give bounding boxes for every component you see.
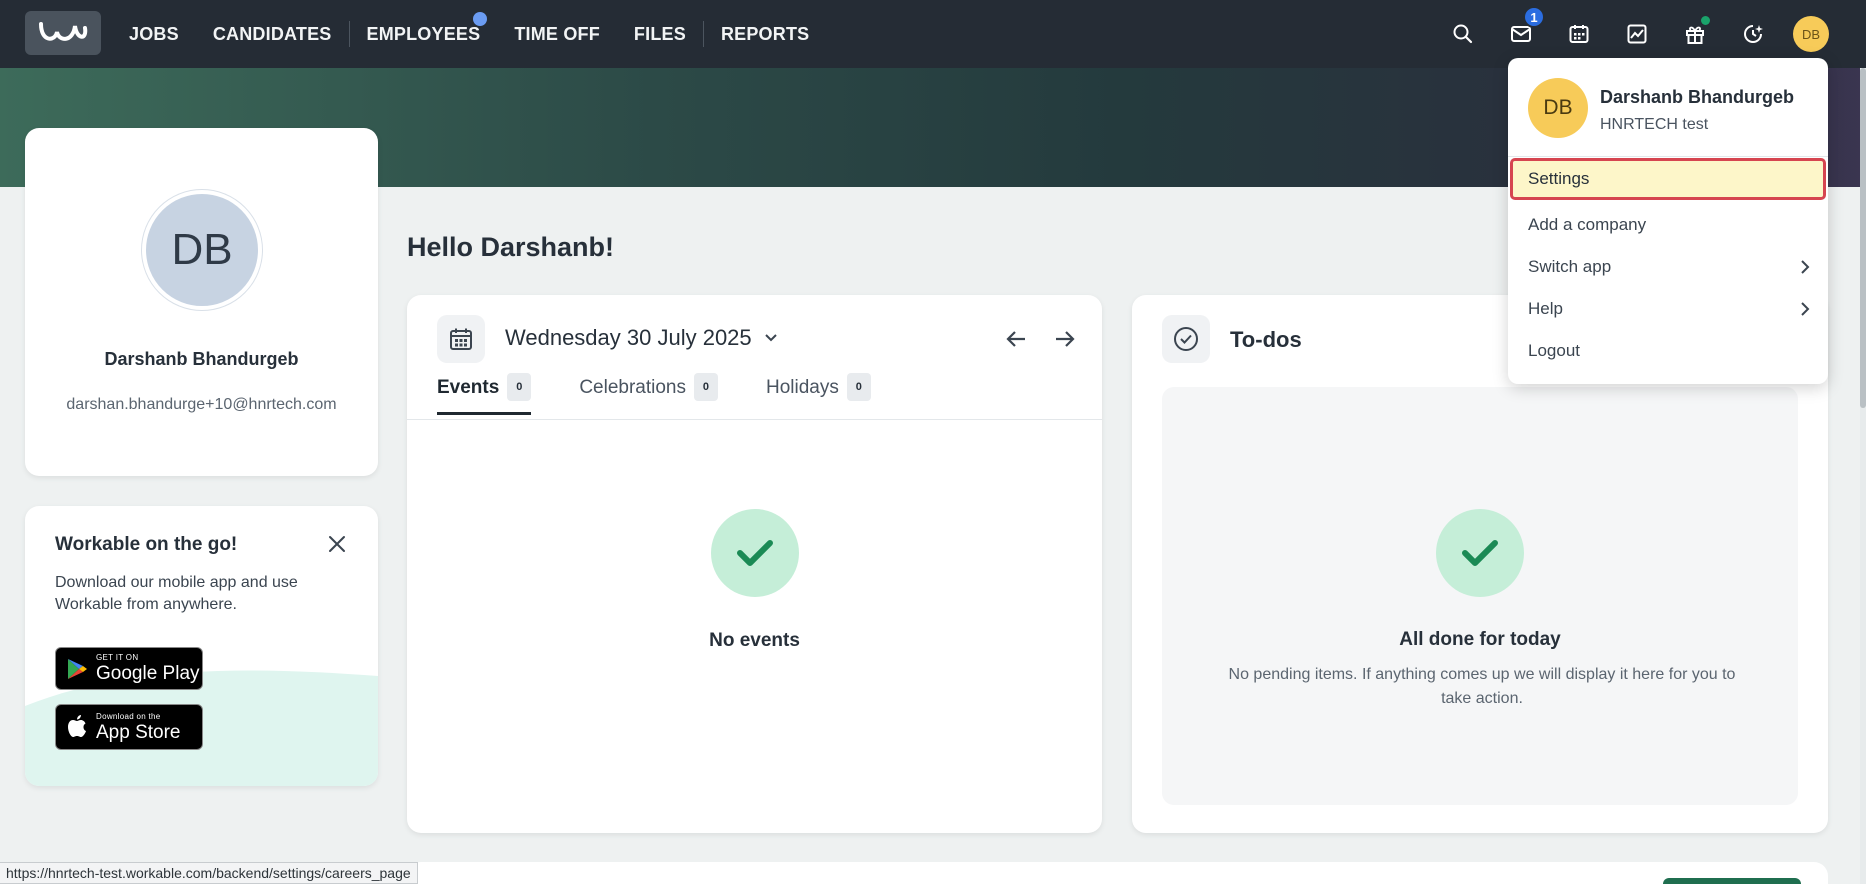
user-name: Darshanb Bhandurgeb: [1600, 87, 1795, 107]
gift-icon: [1686, 26, 1704, 44]
workable-logo-icon: [39, 22, 88, 41]
chevron-right-icon: [1801, 260, 1810, 274]
events-calendar-badge: [437, 315, 485, 363]
todos-empty-panel: All done for today No pending items. If …: [1162, 387, 1798, 805]
todos-badge: [1162, 315, 1210, 363]
tab-label: Celebrations: [579, 377, 686, 398]
selected-date: Wednesday 30 July 2025: [505, 325, 752, 350]
main-nav: JOBS CANDIDATES EMPLOYEES TIME OFF FILES…: [112, 0, 826, 68]
promo-title: Workable on the go!: [55, 534, 238, 555]
menu-item-label: Switch app: [1528, 257, 1612, 276]
app-store-button[interactable]: Download on the App Store: [55, 704, 203, 750]
sparkle-timer-icon: [1744, 25, 1763, 43]
google-play-icon: [68, 658, 87, 679]
nav-reports[interactable]: REPORTS: [704, 0, 826, 68]
tab-count-badge: 0: [846, 373, 871, 401]
tabs-divider: [407, 419, 1102, 420]
tab-events[interactable]: Events 0: [437, 373, 532, 415]
chevron-right-icon: [1801, 302, 1810, 316]
menu-item-label: Help: [1528, 299, 1563, 318]
apple-icon: [68, 715, 86, 737]
nav-time-off[interactable]: TIME OFF: [497, 0, 617, 68]
tab-label: Events: [437, 377, 500, 398]
profile-name: Darshanb Bhandurgeb: [104, 349, 299, 369]
promo-description: Download our mobile app and use Workable…: [55, 574, 298, 613]
link-preview-url: https://hnrtech-test.workable.com/backen…: [0, 862, 418, 884]
gift-notification-dot: [1701, 16, 1710, 25]
nav-employees[interactable]: EMPLOYEES: [350, 0, 498, 68]
mobile-app-promo-card: Workable on the go! Download our mobile …: [25, 506, 378, 786]
empty-state-check: [711, 509, 799, 597]
nav-employees-label: EMPLOYEES: [366, 23, 481, 44]
previous-day-button[interactable]: [1000, 323, 1032, 355]
profile-email: darshan.bhandurge+10@hnrtech.com: [66, 396, 337, 413]
tab-count-badge: 0: [507, 373, 532, 401]
menu-item-add-company[interactable]: Add a company: [1508, 204, 1828, 246]
nav-files[interactable]: FILES: [617, 0, 703, 68]
tab-holidays[interactable]: Holidays 0: [766, 373, 871, 415]
date-selector[interactable]: Wednesday 30 July 2025: [505, 325, 778, 351]
menu-item-switch-app[interactable]: Switch app: [1508, 246, 1828, 288]
calendar-icon: [1569, 25, 1589, 43]
checkmark-icon: [1462, 540, 1498, 566]
google-play-button[interactable]: GET IT ON Google Play: [55, 647, 203, 690]
arrow-left-icon: [1006, 331, 1025, 347]
events-card: Wednesday 30 July 2025 Events 0 Celebrat…: [407, 295, 1102, 833]
search-icon: [1453, 24, 1473, 44]
menu-divider: [1508, 156, 1828, 157]
nav-jobs[interactable]: JOBS: [112, 0, 196, 68]
empty-state-check: [1436, 509, 1524, 597]
google-play-big-text: Google Play: [96, 663, 200, 684]
app-store-small-text: Download on the: [96, 711, 161, 721]
tab-celebrations[interactable]: Celebrations 0: [579, 373, 718, 415]
nav-candidates[interactable]: CANDIDATES: [196, 0, 349, 68]
app-store-big-text: App Store: [96, 721, 181, 743]
company-name: HNRTECH test: [1600, 116, 1709, 133]
google-play-small-text: GET IT ON: [96, 653, 139, 662]
page-greeting: Hello Darshanb!: [407, 232, 615, 262]
lower-card-button[interactable]: [1663, 878, 1801, 884]
lower-card: [407, 862, 1828, 884]
avatar: DB: [1528, 78, 1588, 138]
profile-card: DB Darshanb Bhandurgeb darshan.bhandurge…: [25, 128, 378, 476]
chevron-down-icon: [764, 334, 777, 342]
notification-dot: [473, 12, 488, 26]
events-tabs: Events 0 Celebrations 0 Holidays 0: [437, 373, 919, 415]
check-circle-icon: [1174, 327, 1198, 351]
avatar: DB: [1793, 16, 1829, 52]
menu-item-help[interactable]: Help: [1508, 288, 1828, 330]
close-promo-button[interactable]: [325, 532, 349, 556]
chart-icon: [1627, 24, 1647, 44]
workable-logo[interactable]: [25, 11, 101, 55]
tab-label: Holidays: [765, 377, 839, 398]
user-menu-dropdown: DB Darshanb Bhandurgeb HNRTECH test Sett…: [1508, 58, 1828, 384]
tab-count-badge: 0: [693, 373, 718, 401]
todos-title: To-dos: [1230, 327, 1302, 352]
inbox-count-badge: 1: [1523, 6, 1545, 28]
calendar-icon: [450, 328, 472, 350]
empty-state-description: No pending items. If anything comes up w…: [1228, 666, 1736, 707]
scrollbar-thumb[interactable]: [1860, 68, 1866, 408]
empty-state-title: No events: [709, 630, 800, 651]
empty-state-title: All done for today: [1399, 629, 1561, 650]
close-icon: [329, 536, 345, 552]
arrow-right-icon: [1056, 331, 1075, 347]
profile-avatar[interactable]: DB: [142, 190, 262, 310]
checkmark-icon: [737, 540, 773, 566]
search-button[interactable]: [1434, 0, 1492, 68]
next-day-button[interactable]: [1049, 323, 1081, 355]
menu-item-logout[interactable]: Logout: [1508, 330, 1828, 372]
menu-item-settings[interactable]: Settings: [1510, 158, 1826, 200]
